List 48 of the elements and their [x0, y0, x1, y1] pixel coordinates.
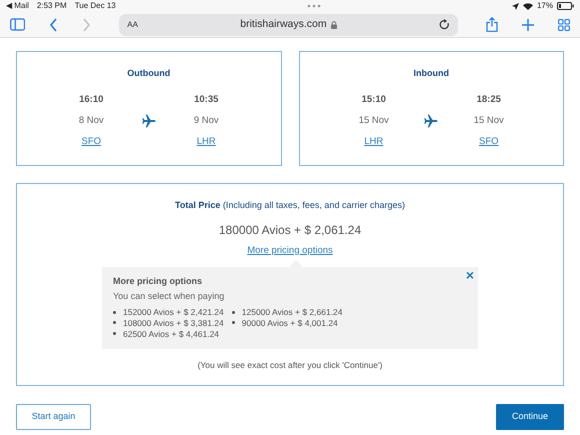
- status-date: Tue Dec 13: [74, 0, 116, 12]
- battery-percentage: 17%: [536, 0, 553, 12]
- continue-button[interactable]: Continue: [496, 404, 564, 430]
- lock-icon: [330, 20, 337, 28]
- tabs-overview-icon[interactable]: [558, 18, 570, 30]
- flight-date: 8 Nov: [78, 114, 104, 128]
- flight-time: 10:35: [194, 92, 218, 106]
- back-to-app-link[interactable]: ◀ Mail: [6, 0, 29, 12]
- popover-subtitle: You can select when paying: [113, 291, 226, 302]
- airport-link[interactable]: SFO: [478, 135, 499, 150]
- start-again-button[interactable]: Start again: [16, 404, 91, 430]
- airport-link[interactable]: LHR: [196, 135, 216, 150]
- price-footnote: (You will see exact cost after you click 'Continue'): [198, 359, 382, 372]
- pricing-option: 125000 Avios + $ 2,661.24: [232, 307, 343, 318]
- price-amount: 180000 Avios + $ 2,061.24: [218, 222, 362, 238]
- flight-direction-title: Outbound: [127, 67, 170, 80]
- location-arrow-icon: [512, 2, 519, 10]
- airport-link[interactable]: LHR: [364, 135, 384, 150]
- pricing-option: 62500 Avios + $ 4,461.24: [113, 328, 224, 340]
- flight-direction-title: Inbound: [414, 67, 449, 80]
- plane-icon: [424, 114, 438, 128]
- pricing-option: 90000 Avios + $ 4,001.24: [232, 318, 343, 328]
- close-button[interactable]: ×: [466, 268, 474, 282]
- url-text: britishairways.com: [240, 16, 327, 32]
- status-time: 2:53 PM: [36, 0, 67, 12]
- total-price-label: Total Price (Including all taxes, fees, and carrier charges): [175, 199, 405, 212]
- flight-time: 18:25: [476, 92, 501, 106]
- back-icon[interactable]: [49, 18, 58, 32]
- share-icon[interactable]: [486, 17, 498, 32]
- popover-title: More pricing options: [113, 276, 203, 287]
- flight-date: 15 Nov: [358, 114, 389, 128]
- more-pricing-options-link[interactable]: More pricing options: [247, 244, 333, 258]
- flight-date: 15 Nov: [474, 114, 504, 128]
- airport-link[interactable]: SFO: [81, 135, 102, 150]
- sidebar-icon[interactable]: [10, 18, 26, 31]
- wifi-icon: [522, 2, 533, 10]
- address-bar[interactable]: AA britishairways.com: [119, 14, 458, 36]
- new-tab-icon[interactable]: [522, 18, 534, 30]
- flight-date: 9 Nov: [194, 114, 219, 128]
- flight-time: 15:10: [362, 92, 386, 106]
- more-icon[interactable]: [306, 4, 321, 8]
- text-size-button[interactable]: AA: [127, 18, 138, 30]
- flight-time: 16:10: [79, 92, 104, 106]
- pricing-option: 152000 Avios + $ 2,421.24: [113, 307, 224, 318]
- battery-icon: [557, 2, 574, 10]
- plane-icon: [142, 114, 156, 128]
- reload-icon[interactable]: [439, 19, 450, 30]
- pricing-option: 108000 Avios + $ 3,381.24: [113, 318, 224, 328]
